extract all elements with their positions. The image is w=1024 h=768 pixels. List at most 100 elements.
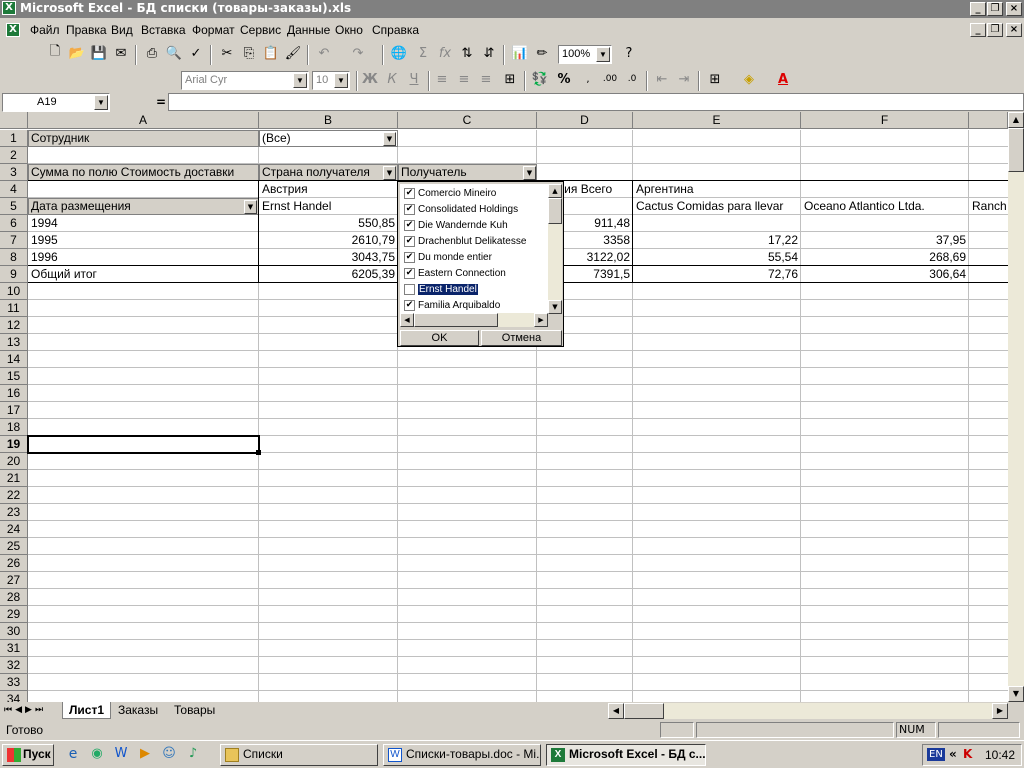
row-header[interactable]: 11: [0, 300, 28, 317]
row-header[interactable]: 4: [0, 181, 28, 198]
font-select[interactable]: Arial Cyr ▼: [181, 71, 309, 90]
scroll-down-icon[interactable]: ▼: [1008, 686, 1024, 702]
tab-orders[interactable]: Заказы: [112, 702, 164, 719]
recipient-list[interactable]: ✔ Comercio Mineiro ✔ Consolidated Holdings ✔…: [400, 184, 548, 314]
recipient-item[interactable]: Eastern Connection: [418, 266, 506, 282]
menu-view[interactable]: Вид: [111, 23, 133, 37]
recipient-item[interactable]: Familia Arquibaldo: [418, 298, 500, 314]
task-word-doc[interactable]: W Списки-товары.doc - Mi...: [383, 744, 541, 766]
row-header[interactable]: 13: [0, 334, 28, 351]
row-header[interactable]: 16: [0, 385, 28, 402]
recipient-item[interactable]: Ernst Handel: [417, 282, 479, 298]
row-header[interactable]: 25: [0, 538, 28, 555]
winamp-icon[interactable]: ♪: [184, 746, 202, 764]
undo-icon[interactable]: ↶: [313, 42, 335, 64]
font-size-select[interactable]: 10 ▼: [312, 71, 350, 90]
percent-icon[interactable]: %: [553, 68, 575, 90]
print-preview-icon[interactable]: 🔍: [163, 42, 185, 64]
menu-file[interactable]: Файл: [30, 23, 60, 37]
outlook-icon[interactable]: ◉: [88, 746, 106, 764]
vertical-scroll-thumb[interactable]: [1008, 128, 1024, 172]
ok-button[interactable]: OK: [400, 330, 479, 346]
sort-descending-icon[interactable]: ⇵: [478, 42, 500, 64]
task-excel[interactable]: X Microsoft Excel - БД с...: [546, 744, 706, 766]
row-header[interactable]: 28: [0, 589, 28, 606]
column-header-a[interactable]: A: [28, 112, 259, 129]
fill-handle[interactable]: [256, 450, 261, 455]
recipient-checkbox[interactable]: [404, 284, 415, 295]
tab-navigation[interactable]: ⏮◀▶⏭: [4, 705, 46, 715]
increase-indent-icon[interactable]: ⇥: [673, 68, 695, 90]
horizontal-scrollbar[interactable]: ◀ ▶: [608, 703, 1008, 719]
row-header[interactable]: 6: [0, 215, 28, 232]
dropdown-vertical-scrollbar[interactable]: ▲ ▼: [548, 184, 562, 314]
sort-ascending-icon[interactable]: ⇅: [456, 42, 478, 64]
row-header[interactable]: 23: [0, 504, 28, 521]
help-icon[interactable]: ?: [618, 42, 640, 64]
menu-data[interactable]: Данные: [287, 23, 330, 37]
drawing-icon[interactable]: ✏: [531, 42, 553, 64]
paste-icon[interactable]: 📋: [260, 42, 282, 64]
underline-icon[interactable]: Ч: [403, 68, 425, 90]
menu-help[interactable]: Справка: [372, 23, 419, 37]
formula-input[interactable]: [168, 93, 1024, 111]
chevron-down-icon[interactable]: ▼: [244, 200, 257, 214]
antivirus-icon[interactable]: K: [963, 747, 972, 761]
comma-style-icon[interactable]: ,: [577, 68, 599, 90]
doc-close-button[interactable]: ×: [1006, 23, 1022, 37]
align-center-icon[interactable]: ≡: [453, 68, 475, 90]
row-header[interactable]: 20: [0, 453, 28, 470]
start-button[interactable]: Пуск: [2, 744, 54, 766]
borders-icon[interactable]: ⊞: [704, 68, 726, 90]
language-indicator[interactable]: EN: [927, 748, 945, 761]
function-icon[interactable]: fx: [434, 42, 456, 64]
recipient-item[interactable]: Comercio Mineiro: [418, 186, 496, 202]
row-header[interactable]: 12: [0, 317, 28, 334]
restore-button[interactable]: ❐: [987, 2, 1003, 16]
name-box[interactable]: A19 ▼: [2, 93, 110, 112]
chevron-down-icon[interactable]: ▼: [383, 166, 396, 180]
recipient-checkbox[interactable]: ✔: [404, 204, 415, 215]
recipient-checkbox[interactable]: ✔: [404, 252, 415, 263]
scroll-left-icon[interactable]: ◀: [608, 703, 624, 719]
tray-expand-icon[interactable]: «: [949, 747, 957, 761]
row-header[interactable]: 7: [0, 232, 28, 249]
menu-window[interactable]: Окно: [335, 23, 363, 37]
row-header[interactable]: 14: [0, 351, 28, 368]
column-header-b[interactable]: B: [259, 112, 398, 129]
bold-icon[interactable]: Ж: [359, 68, 381, 90]
workbook-icon[interactable]: X: [6, 23, 20, 37]
recipient-checkbox[interactable]: ✔: [404, 268, 415, 279]
row-header[interactable]: 1: [0, 130, 28, 147]
column-header-e[interactable]: E: [633, 112, 801, 129]
active-cell-a19[interactable]: [27, 435, 260, 454]
row-header[interactable]: 5: [0, 198, 28, 215]
decrease-indent-icon[interactable]: ⇤: [651, 68, 673, 90]
new-icon[interactable]: 🗋: [44, 42, 66, 64]
recipient-checkbox[interactable]: ✔: [404, 236, 415, 247]
row-header[interactable]: 9: [0, 266, 28, 283]
font-color-icon[interactable]: A: [772, 68, 794, 90]
cancel-button[interactable]: Отмена: [481, 330, 562, 346]
row-header[interactable]: 2: [0, 147, 28, 164]
recipient-item[interactable]: Consolidated Holdings: [418, 202, 518, 218]
tab-products[interactable]: Товары: [168, 702, 221, 719]
row-header[interactable]: 30: [0, 623, 28, 640]
row-header[interactable]: 8: [0, 249, 28, 266]
word-icon[interactable]: W: [112, 746, 130, 764]
column-header-d[interactable]: D: [537, 112, 633, 129]
chart-wizard-icon[interactable]: 📊: [509, 42, 531, 64]
chevron-down-icon[interactable]: ▼: [94, 95, 108, 110]
redo-icon[interactable]: ↷: [347, 42, 369, 64]
cut-icon[interactable]: ✂: [216, 42, 238, 64]
row-header[interactable]: 22: [0, 487, 28, 504]
currency-icon[interactable]: 💱: [529, 68, 551, 90]
menu-tools[interactable]: Сервис: [240, 23, 281, 37]
decrease-decimal-icon[interactable]: .0: [621, 68, 643, 90]
messenger-icon[interactable]: ☺: [160, 746, 178, 764]
row-header[interactable]: 17: [0, 402, 28, 419]
spelling-icon[interactable]: ✓: [185, 42, 207, 64]
media-player-icon[interactable]: ▶: [136, 746, 154, 764]
open-icon[interactable]: 📂: [66, 42, 88, 64]
align-left-icon[interactable]: ≡: [431, 68, 453, 90]
